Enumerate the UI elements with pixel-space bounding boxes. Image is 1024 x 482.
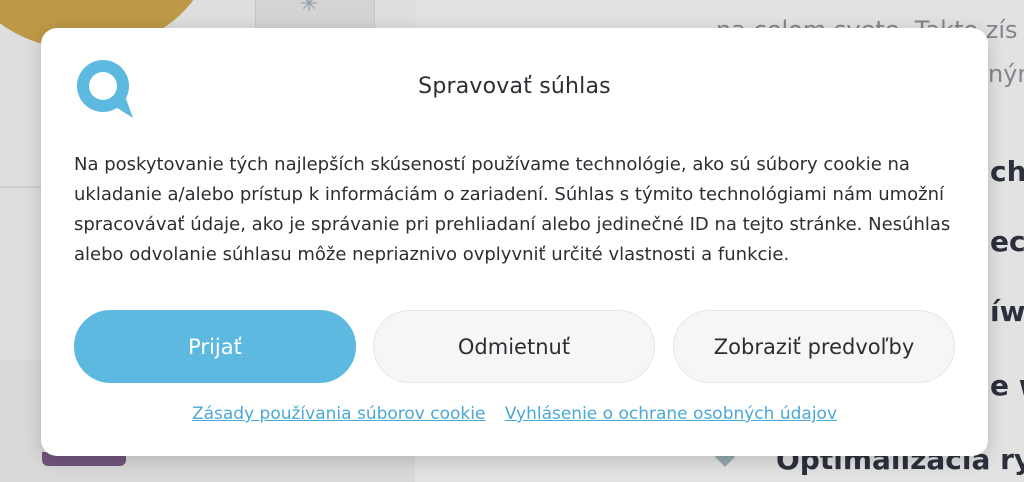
deny-button[interactable]: Odmietnuť xyxy=(373,310,655,383)
accept-button[interactable]: Prijať xyxy=(74,310,356,383)
cookie-consent-dialog: Spravovať súhlas Na poskytovanie tých na… xyxy=(41,28,988,456)
cookie-policy-link[interactable]: Zásady používania súborov cookie xyxy=(192,404,485,424)
privacy-policy-link[interactable]: Vyhlásenie o ochrane osobných údajov xyxy=(505,404,837,424)
dialog-message: Na poskytovanie tých najlepších skúsenos… xyxy=(74,154,951,265)
view-preferences-button[interactable]: Zobraziť predvoľby xyxy=(673,310,955,383)
dialog-title: Spravovať súhlas xyxy=(418,74,611,99)
policy-links: Zásady používania súborov cookie Vyhláse… xyxy=(41,404,988,424)
